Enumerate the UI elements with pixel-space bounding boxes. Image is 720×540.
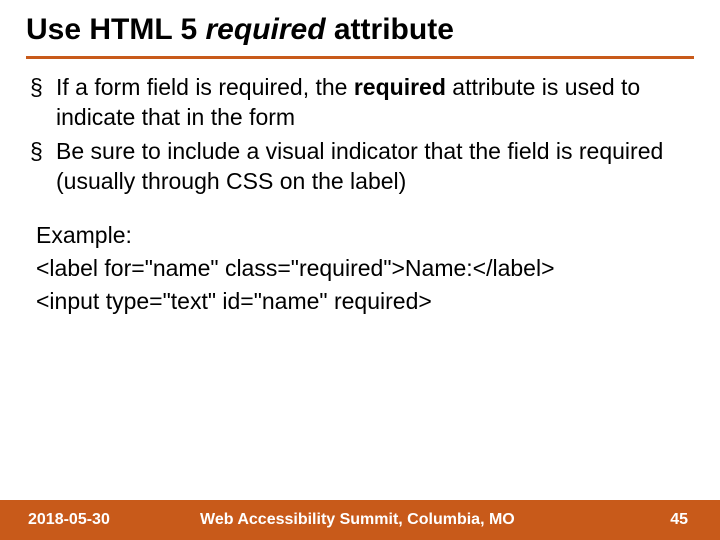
content-area: If a form field is required, the require… [0, 59, 720, 540]
bullet-text-pre: Be sure to include a visual indicator th… [56, 138, 663, 194]
footer-bar: 2018-05-30 Web Accessibility Summit, Col… [0, 500, 720, 540]
list-item: Be sure to include a visual indicator th… [30, 137, 690, 197]
bullet-text-pre: If a form field is required, the [56, 74, 354, 100]
footer-title: Web Accessibility Summit, Columbia, MO [180, 511, 670, 529]
slide-title: Use HTML 5 required attribute [26, 12, 694, 48]
bullet-list: If a form field is required, the require… [30, 73, 690, 197]
footer-date: 2018-05-30 [0, 511, 180, 529]
example-line1: <label for="name" class="required">Name:… [36, 252, 690, 285]
title-italic: required [206, 13, 334, 46]
bullet-text-bold: required [354, 74, 446, 100]
example-line2: <input type="text" id="name" required> [36, 285, 690, 318]
title-post: attribute [334, 13, 454, 46]
footer-page-number: 45 [670, 511, 720, 529]
slide: Use HTML 5 required attribute If a form … [0, 0, 720, 540]
example-block: Example: <label for="name" class="requir… [30, 219, 690, 319]
example-label: Example: [36, 219, 690, 252]
title-pre: Use HTML 5 [26, 13, 206, 46]
title-area: Use HTML 5 required attribute [0, 0, 720, 52]
list-item: If a form field is required, the require… [30, 73, 690, 133]
